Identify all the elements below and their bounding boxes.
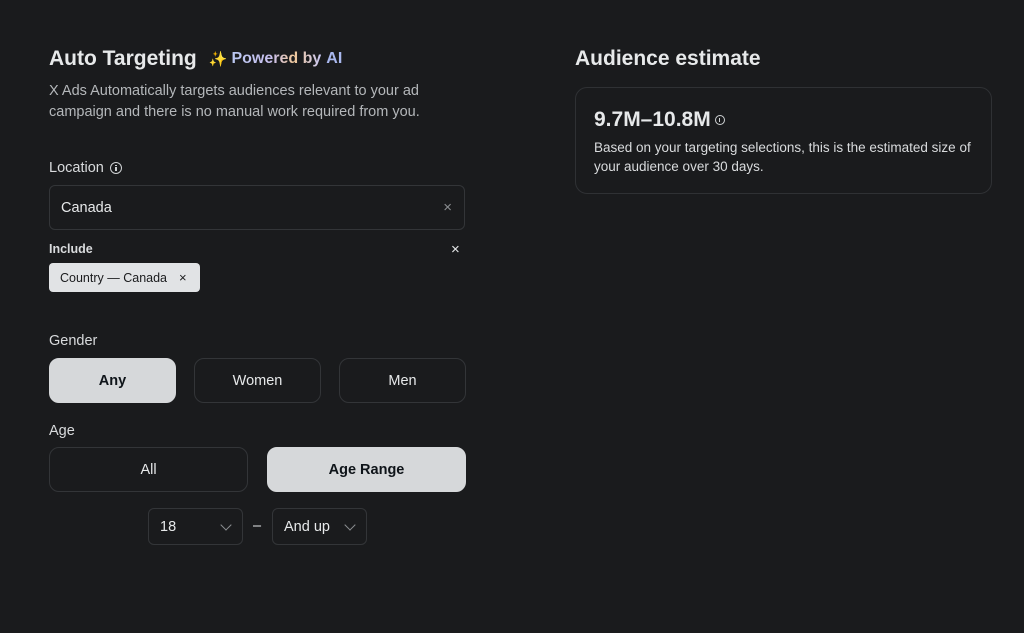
gender-men-button[interactable]: Men [339,358,466,403]
powered-by-text: Powered by [231,50,322,67]
auto-targeting-heading: Auto Targeting ✨ Powered by AI [49,47,342,71]
location-input-value[interactable]: Canada [61,200,112,216]
include-close-icon[interactable]: × [451,241,460,258]
age-all-button[interactable]: All [49,447,248,492]
age-from-value: 18 [160,518,177,535]
age-range-button[interactable]: Age Range [267,447,466,492]
location-label-row: Location [49,160,122,176]
location-input[interactable]: Canada × [49,185,465,230]
sparkle-icon: ✨ [208,51,228,68]
chip-remove-icon[interactable]: × [179,270,187,285]
age-to-value: And up [284,518,330,535]
location-info-icon[interactable] [109,162,122,174]
auto-targeting-title: Auto Targeting [49,47,197,70]
chevron-down-icon [220,519,232,531]
age-from-select[interactable]: 18 [148,508,243,545]
age-to-select[interactable]: And up [272,508,367,545]
include-label: Include [49,242,93,256]
gender-label: Gender [49,333,98,349]
age-label: Age [49,423,75,439]
ai-text: AI [326,50,343,67]
audience-info-icon[interactable] [714,115,725,125]
powered-by-ai-badge: ✨ Powered by AI [209,50,343,68]
gender-women-button[interactable]: Women [194,358,321,403]
auto-targeting-description: X Ads Automatically targets audiences re… [49,83,420,120]
audience-estimate-card: 9.7M–10.8M Based on your targeting selec… [575,87,992,194]
audience-range-value: 9.7M–10.8M [594,108,711,131]
audience-range-row: 9.7M–10.8M [594,108,725,132]
age-range-separator: – [253,518,262,534]
location-label: Location [49,160,104,176]
location-clear-icon[interactable]: × [443,199,452,216]
audience-estimate-title: Audience estimate [575,47,761,70]
chevron-down-icon [344,519,356,531]
location-chip: Country — Canada × [49,263,200,292]
gender-any-button[interactable]: Any [49,358,176,403]
location-chip-label: Country — Canada [60,270,168,285]
audience-estimate-description: Based on your targeting selections, this… [594,140,971,174]
